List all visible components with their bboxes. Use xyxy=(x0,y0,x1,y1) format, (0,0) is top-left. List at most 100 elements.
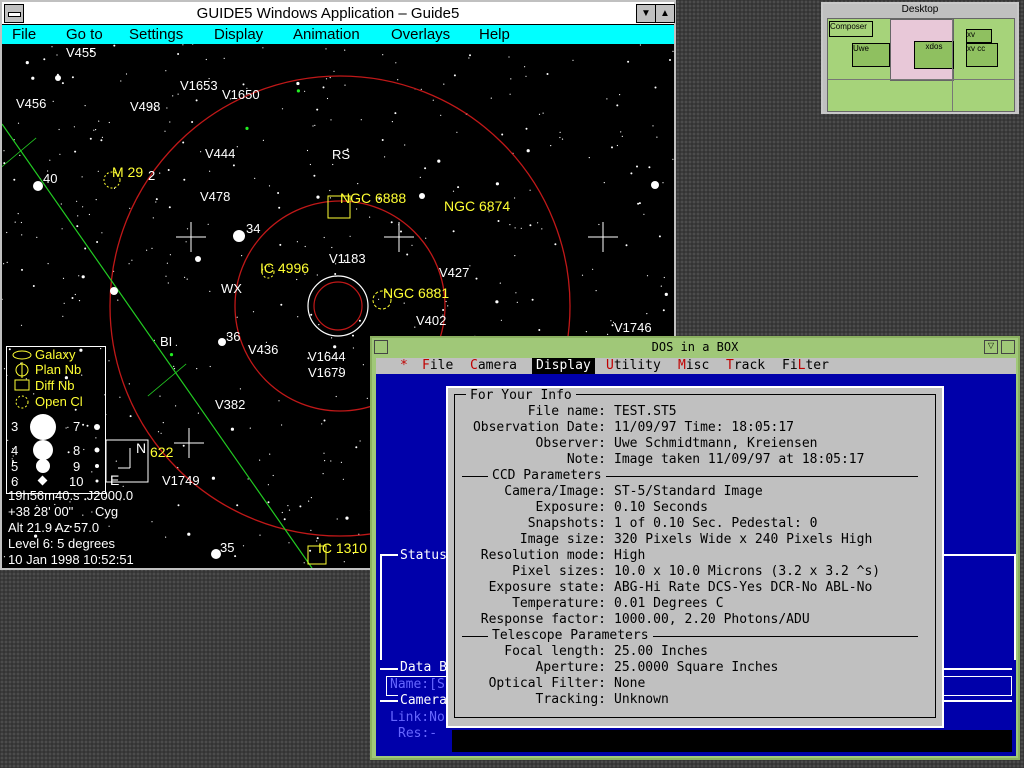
background-star xyxy=(56,54,58,56)
legend-mag: 7 xyxy=(73,419,81,434)
name-field[interactable]: Name:[S xyxy=(390,677,445,692)
background-star xyxy=(6,231,8,234)
background-star xyxy=(316,537,319,540)
dos-maximize-button[interactable] xyxy=(1001,340,1015,354)
background-star xyxy=(177,53,180,55)
menu-go-to[interactable]: Go to xyxy=(66,26,103,43)
object-label-ngc6874: NGC 6874 xyxy=(444,198,511,214)
background-star xyxy=(236,146,238,148)
background-star xyxy=(330,460,332,462)
hotkey: T xyxy=(726,358,734,373)
background-star xyxy=(336,518,338,520)
star-label: 35 xyxy=(220,540,235,555)
background-star xyxy=(443,83,445,85)
star-label: V402 xyxy=(416,313,447,328)
background-star xyxy=(3,150,5,152)
compass-east-label: E xyxy=(110,472,120,488)
background-star xyxy=(595,290,597,292)
dos-menu-file[interactable]: File xyxy=(422,358,453,374)
dos-menu-filter[interactable]: FiLter xyxy=(782,358,829,374)
background-star xyxy=(325,48,327,50)
hotkey: M xyxy=(678,358,686,373)
background-star xyxy=(120,80,122,82)
dos-menu-track[interactable]: Track xyxy=(726,358,765,374)
background-star xyxy=(314,124,316,126)
menu-display[interactable]: Display xyxy=(214,26,263,43)
background-star xyxy=(636,165,638,168)
background-star xyxy=(262,47,264,49)
background-star xyxy=(378,298,380,300)
dos-menu-camera[interactable]: Camera xyxy=(470,358,517,374)
position-readout: 19h56m40.s J2000.0 +38 28' 00" Cyg Alt 2… xyxy=(8,488,134,568)
bright-star xyxy=(110,287,118,295)
pager-window[interactable]: xv xyxy=(966,29,992,43)
background-star xyxy=(131,259,133,261)
background-star xyxy=(62,277,65,279)
background-star xyxy=(658,235,661,238)
background-star xyxy=(165,536,167,538)
background-star xyxy=(358,319,361,322)
pager-window[interactable]: Composer xyxy=(829,21,873,37)
background-star xyxy=(182,44,184,46)
menu-overlays[interactable]: Overlays xyxy=(391,26,450,43)
background-star xyxy=(324,460,326,462)
background-star xyxy=(332,163,334,166)
background-star xyxy=(559,136,561,139)
background-star xyxy=(155,198,158,201)
dos-menu-star[interactable]: * xyxy=(400,358,408,374)
dos-system-menu-icon[interactable] xyxy=(374,340,388,354)
background-star xyxy=(447,305,449,307)
background-star xyxy=(191,121,194,123)
background-star xyxy=(21,268,23,271)
background-star xyxy=(440,114,442,116)
background-star xyxy=(616,104,619,107)
menu-settings[interactable]: Settings xyxy=(129,26,183,43)
star-label: V498 xyxy=(130,99,161,114)
background-star xyxy=(352,334,354,337)
background-star xyxy=(403,302,405,304)
background-star xyxy=(236,504,239,507)
background-star xyxy=(357,183,359,185)
background-star xyxy=(475,277,478,280)
dos-menu-display[interactable]: Display xyxy=(532,358,595,374)
star-label: 36 xyxy=(226,329,241,344)
info-field-label: Optical Filter: xyxy=(488,676,606,691)
dos-titlebar[interactable]: DOS in a BOX xyxy=(372,338,1018,356)
background-star xyxy=(391,121,393,123)
dos-menu-utility[interactable]: Utility xyxy=(606,358,661,374)
background-star xyxy=(166,262,168,264)
background-star xyxy=(559,131,561,133)
pager-window[interactable]: xv cc xyxy=(966,43,998,67)
maximize-button[interactable]: ▲ xyxy=(655,4,675,23)
background-star xyxy=(603,182,605,184)
pager-divider xyxy=(952,19,953,111)
background-star xyxy=(306,149,309,152)
guide-titlebar[interactable]: GUIDE5 Windows Application – Guide5 ▼ ▲ xyxy=(2,2,675,25)
background-star xyxy=(296,89,300,93)
menu-help[interactable]: Help xyxy=(479,26,510,43)
background-star xyxy=(329,77,331,79)
background-star xyxy=(175,344,177,346)
dos-menu-misc[interactable]: Misc xyxy=(678,358,709,374)
dos-minimize-button[interactable]: ▽ xyxy=(984,340,998,354)
background-star xyxy=(308,500,310,502)
pager-window[interactable]: Uwe xyxy=(852,43,890,67)
menu-animation[interactable]: Animation xyxy=(293,26,360,43)
background-star xyxy=(546,73,549,75)
desktop-pager[interactable]: Desktop Composer Uwe xdos xv xv cc xyxy=(821,2,1019,114)
for-your-info-dialog[interactable]: For Your Info CCD Parameters Telescope P… xyxy=(446,386,944,728)
background-star xyxy=(100,139,103,142)
background-star xyxy=(61,228,63,230)
pager-area[interactable]: Composer Uwe xdos xv xv cc xyxy=(827,18,1015,112)
background-star xyxy=(205,58,207,61)
menu-file[interactable]: File xyxy=(12,26,36,43)
minimize-button[interactable]: ▼ xyxy=(636,4,656,23)
background-star xyxy=(630,172,633,175)
system-menu-icon[interactable] xyxy=(4,4,24,23)
pager-window[interactable]: xdos xyxy=(914,41,954,69)
telescope-fov-circle xyxy=(307,275,369,337)
object-label-ngc6881: NGC 6881 xyxy=(383,285,450,301)
guide-window-title: GUIDE5 Windows Application – Guide5 xyxy=(196,5,460,22)
background-star xyxy=(281,108,284,110)
dos-menu-camera-rest: amera xyxy=(477,358,517,373)
